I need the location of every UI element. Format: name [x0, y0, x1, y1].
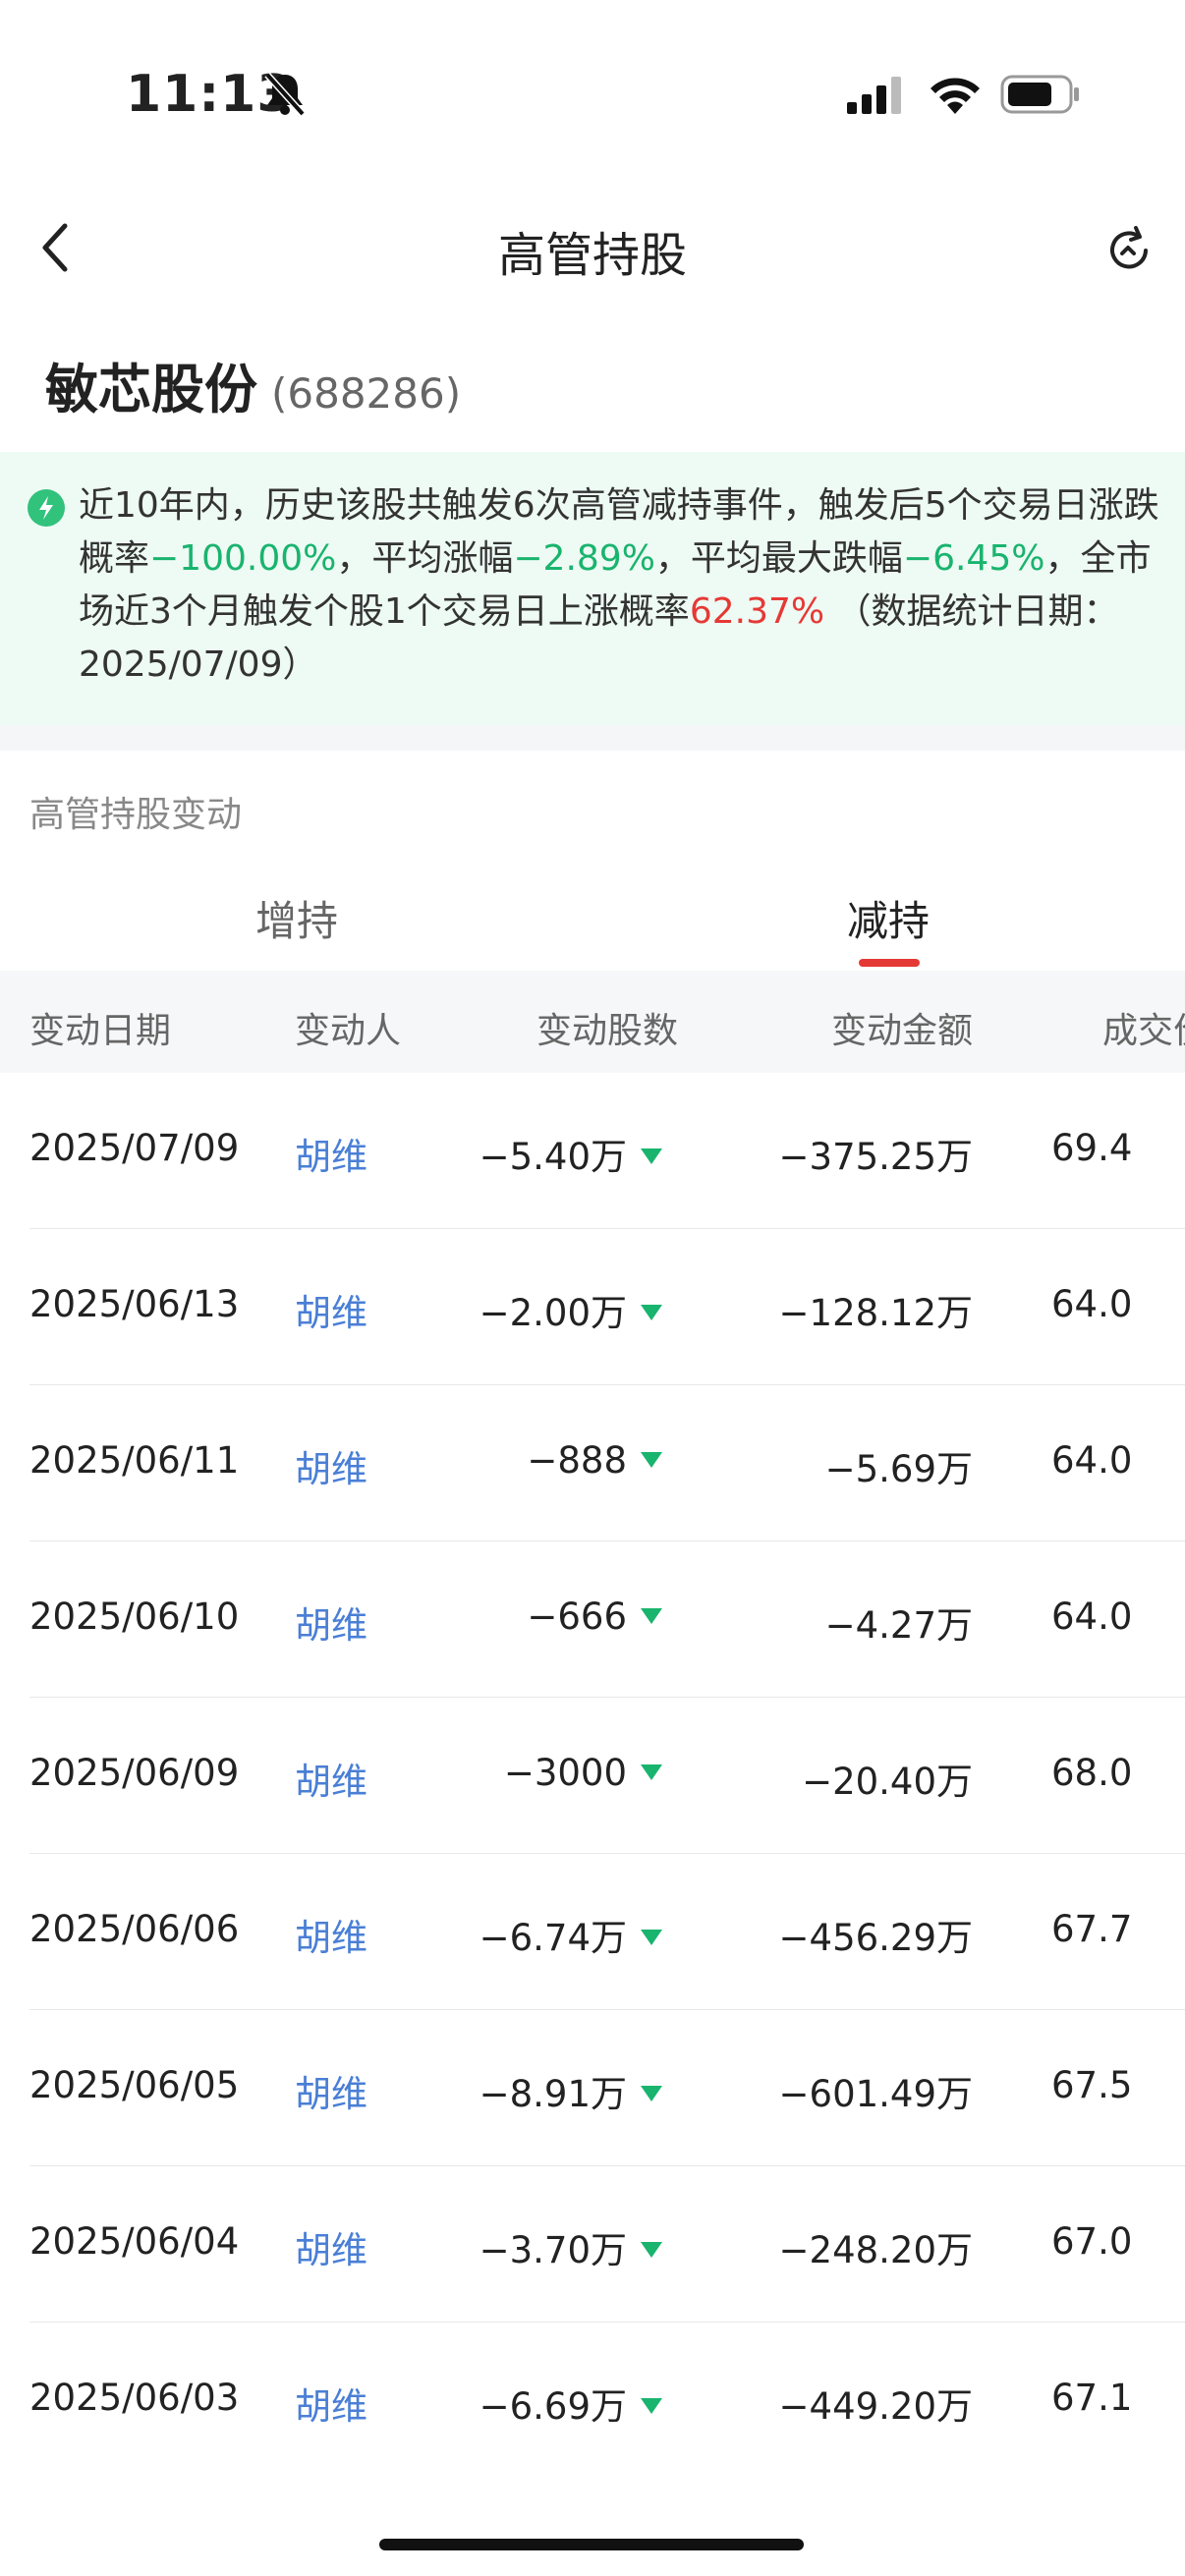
status-bar: 11:13: [0, 0, 1185, 147]
row-shares-value: −3000: [503, 1752, 627, 1794]
row-shares: −666: [383, 1596, 662, 1638]
row-person-link[interactable]: 胡维: [295, 2377, 367, 2430]
market-rise-probability: 62.37%: [689, 591, 825, 632]
row-amount: −449.20万: [778, 2385, 973, 2428]
row-person-link[interactable]: 胡维: [295, 1283, 367, 1336]
table-row[interactable]: 2025/07/09 胡维 −5.40万 −375.25万 69.4: [29, 1073, 1185, 1229]
stock-code: (688286): [271, 369, 462, 418]
tab-decrease[interactable]: 减持: [847, 888, 930, 948]
battery-icon: [1000, 75, 1081, 118]
row-price: 64.0: [1051, 1283, 1133, 1325]
header-price[interactable]: 成交价: [1102, 1002, 1185, 1053]
row-shares: −8.91万: [383, 2064, 662, 2117]
average-rise: −2.89%: [513, 538, 655, 579]
row-price: 67.1: [1051, 2377, 1133, 2419]
row-amount: −5.69万: [824, 1448, 973, 1490]
row-date: 2025/07/09: [29, 1127, 240, 1169]
alert-text-2: ，平均涨幅: [336, 538, 514, 579]
rise-probability: −100.00%: [149, 538, 337, 579]
row-shares: −5.40万: [383, 1127, 662, 1180]
row-price: 64.0: [1051, 1439, 1133, 1482]
row-amount: −4.27万: [824, 1604, 973, 1647]
header-shares[interactable]: 变动股数: [536, 1002, 678, 1053]
section-title: 高管持股变动: [29, 795, 243, 835]
alert-text: 近10年内，历史该股共触发6次高管减持事件，触发后5个交易日涨跌概率−100.0…: [79, 479, 1159, 692]
row-person-link[interactable]: 胡维: [295, 1752, 367, 1805]
table-body: 2025/07/09 胡维 −5.40万 −375.25万 69.4 2025/…: [0, 1073, 1185, 2478]
wifi-icon: [928, 71, 983, 120]
row-shares-value: −5.40万: [479, 1136, 627, 1178]
row-date: 2025/06/11: [29, 1439, 240, 1482]
row-shares-value: −8.91万: [479, 2073, 627, 2115]
lightning-badge-icon: [28, 489, 65, 527]
row-shares-value: −6.69万: [479, 2385, 627, 2428]
row-date: 2025/06/13: [29, 1283, 240, 1325]
home-indicator: [379, 2539, 804, 2550]
row-price: 69.4: [1051, 1127, 1133, 1169]
row-person-link[interactable]: 胡维: [295, 1908, 367, 1961]
row-shares: −2.00万: [383, 1283, 662, 1336]
row-shares: −3000: [383, 1752, 662, 1794]
row-person-link[interactable]: 胡维: [295, 2064, 367, 2117]
row-shares-value: −888: [527, 1439, 627, 1482]
stock-name: 敏芯股份: [45, 359, 257, 420]
header-date[interactable]: 变动日期: [29, 1002, 171, 1053]
table-row[interactable]: 2025/06/05 胡维 −8.91万 −601.49万 67.5: [29, 2010, 1185, 2166]
row-amount: −20.40万: [802, 1761, 973, 1803]
row-date: 2025/06/04: [29, 2220, 240, 2263]
row-shares: −3.70万: [383, 2220, 662, 2273]
cellular-signal-icon: [847, 77, 902, 120]
table-row[interactable]: 2025/06/06 胡维 −6.74万 −456.29万 67.7: [29, 1854, 1185, 2010]
table-header: 变动日期 变动人 变动股数 变动金额 成交价: [0, 971, 1185, 1073]
table-row[interactable]: 2025/06/04 胡维 −3.70万 −248.20万 67.0: [29, 2166, 1185, 2323]
row-price: 64.0: [1051, 1596, 1133, 1638]
table-row[interactable]: 2025/06/13 胡维 −2.00万 −128.12万 64.0: [29, 1229, 1185, 1385]
row-price: 67.7: [1051, 1908, 1133, 1950]
row-date: 2025/06/10: [29, 1596, 240, 1638]
stock-header: 敏芯股份 (688286): [45, 346, 461, 423]
row-shares: −6.69万: [383, 2377, 662, 2430]
row-shares: −6.74万: [383, 1908, 662, 1961]
table-row[interactable]: 2025/06/11 胡维 −888 −5.69万 64.0: [29, 1385, 1185, 1541]
row-date: 2025/06/09: [29, 1752, 240, 1794]
row-date: 2025/06/03: [29, 2377, 240, 2419]
header-amount[interactable]: 变动金额: [831, 1002, 973, 1053]
row-person-link[interactable]: 胡维: [295, 2220, 367, 2273]
row-amount: −456.29万: [778, 1917, 973, 1959]
stats-alert-box: 近10年内，历史该股共触发6次高管减持事件，触发后5个交易日涨跌概率−100.0…: [0, 452, 1185, 725]
alert-text-3: ，平均最大跌幅: [654, 538, 903, 579]
row-person-link[interactable]: 胡维: [295, 1596, 367, 1649]
bell-muted-icon: [263, 71, 307, 122]
row-shares-value: −2.00万: [479, 1292, 627, 1334]
row-shares: −888: [383, 1439, 662, 1482]
row-shares-value: −3.70万: [479, 2229, 627, 2271]
row-person-link[interactable]: 胡维: [295, 1439, 367, 1492]
row-date: 2025/06/05: [29, 2064, 240, 2106]
row-price: 68.0: [1051, 1752, 1133, 1794]
row-shares-value: −666: [527, 1596, 627, 1638]
nav-bar: 高管持股: [0, 196, 1185, 305]
active-tab-indicator: [859, 959, 920, 967]
average-max-drop: −6.45%: [902, 538, 1045, 579]
page-title: 高管持股: [497, 228, 687, 283]
table-row[interactable]: 2025/06/10 胡维 −666 −4.27万 64.0: [29, 1541, 1185, 1698]
refresh-icon[interactable]: [1102, 224, 1156, 277]
row-amount: −601.49万: [778, 2073, 973, 2115]
tab-increase[interactable]: 增持: [255, 888, 338, 948]
table-row[interactable]: 2025/06/09 胡维 −3000 −20.40万 68.0: [29, 1698, 1185, 1854]
header-person[interactable]: 变动人: [295, 1002, 401, 1053]
row-price: 67.5: [1051, 2064, 1133, 2106]
divider: [0, 725, 1185, 751]
row-amount: −375.25万: [778, 1136, 973, 1178]
row-person-link[interactable]: 胡维: [295, 1127, 367, 1180]
row-amount: −128.12万: [778, 1292, 973, 1334]
row-amount: −248.20万: [778, 2229, 973, 2271]
row-price: 67.0: [1051, 2220, 1133, 2263]
row-date: 2025/06/06: [29, 1908, 240, 1950]
row-shares-value: −6.74万: [479, 1917, 627, 1959]
table-row[interactable]: 2025/06/03 胡维 −6.69万 −449.20万 67.1: [29, 2323, 1185, 2478]
